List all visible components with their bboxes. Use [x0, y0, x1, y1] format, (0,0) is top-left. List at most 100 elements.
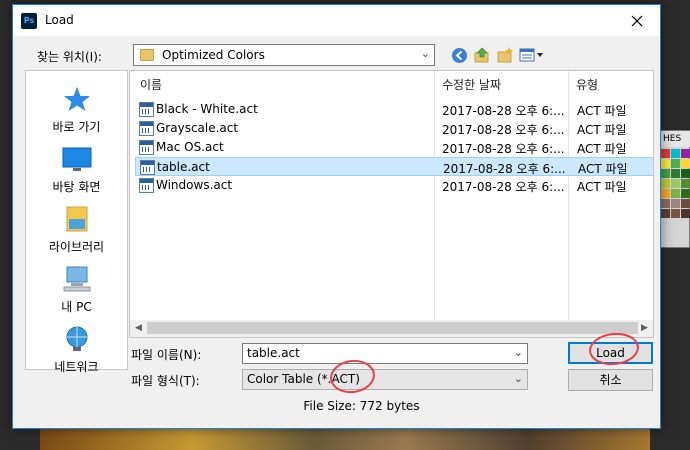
color-swatch[interactable]	[681, 159, 690, 168]
file-name: Mac OS.act	[156, 140, 224, 154]
swatch-grid[interactable]	[661, 149, 690, 218]
filetype-label: 파일 형식(T):	[131, 374, 200, 388]
file-list[interactable]: ⌃ 이름 수정한 날짜 유형 Black - White.act 2017-08…	[129, 70, 654, 338]
file-name: Windows.act	[156, 178, 233, 192]
window-title: Load	[45, 13, 74, 27]
place-desktop[interactable]: 바탕 화면	[26, 145, 127, 201]
color-swatch[interactable]	[681, 209, 690, 218]
file-type: ACT 파일	[578, 162, 628, 176]
color-swatch[interactable]	[671, 169, 680, 178]
act-file-icon	[140, 160, 155, 175]
look-in-value: Optimized Colors	[162, 48, 265, 62]
view-menu-icon	[519, 48, 543, 62]
file-row[interactable]: Grayscale.act 2017-08-28 오후 6:... ACT 파일	[135, 119, 653, 138]
computer-icon	[63, 266, 91, 292]
file-size-info: File Size: 772 bytes	[303, 399, 420, 413]
place-label: 라이브러리	[48, 240, 105, 254]
file-row[interactable]: Windows.act 2017-08-28 오후 6:... ACT 파일	[135, 176, 653, 195]
color-swatch[interactable]	[681, 169, 690, 178]
column-header-date[interactable]: 수정한 날짜	[442, 76, 501, 93]
file-date: 2017-08-28 오후 6:...	[442, 142, 565, 156]
view-menu-button[interactable]	[519, 46, 545, 64]
color-swatch[interactable]	[681, 189, 690, 198]
scrollbar-thumb[interactable]	[147, 322, 638, 334]
file-date: 2017-08-28 오후 6:...	[442, 123, 565, 137]
file-type: ACT 파일	[577, 180, 627, 194]
column-header-type[interactable]: 유형	[576, 76, 598, 93]
look-in-dropdown[interactable]: Optimized Colors ⌄	[133, 44, 435, 66]
load-dialog: Ps Load 찾는 위치(I): Optimized Colors ⌄ 바로 …	[12, 4, 661, 429]
up-folder-button[interactable]	[473, 46, 491, 64]
place-label: 내 PC	[61, 300, 92, 314]
new-folder-icon	[497, 47, 513, 63]
color-swatch[interactable]	[681, 179, 690, 188]
place-libraries[interactable]: 라이브러리	[26, 205, 127, 261]
place-label: 바탕 화면	[52, 180, 101, 194]
file-row-selected[interactable]: table.act 2017-08-28 오후 6:... ACT 파일	[135, 157, 653, 176]
file-date: 2017-08-28 오후 6:...	[443, 162, 566, 176]
color-swatch[interactable]	[661, 149, 670, 158]
file-date: 2017-08-28 오후 6:...	[442, 104, 565, 118]
swatches-tab[interactable]: HES	[659, 131, 690, 147]
scroll-left-icon[interactable]: ◀	[130, 322, 147, 334]
filename-input[interactable]: table.act ⌄	[242, 343, 528, 364]
color-swatch[interactable]	[671, 149, 680, 158]
swatches-panel: HES	[658, 130, 690, 248]
file-row[interactable]: Black - White.act 2017-08-28 오후 6:... AC…	[135, 100, 653, 119]
cancel-button[interactable]: 취소	[568, 369, 653, 391]
color-swatch[interactable]	[671, 209, 680, 218]
back-arrow-icon	[451, 47, 467, 63]
sort-ascending-icon: ⌃	[278, 70, 286, 78]
star-icon	[64, 87, 90, 111]
color-swatch[interactable]	[681, 199, 690, 208]
scroll-right-icon[interactable]: ▶	[636, 322, 653, 334]
place-label: 네트워크	[54, 360, 99, 374]
network-icon	[66, 326, 88, 351]
folder-icon	[140, 49, 154, 61]
place-label: 바로 가기	[52, 120, 101, 134]
color-swatch[interactable]	[671, 179, 680, 188]
horizontal-scrollbar[interactable]: ◀ ▶	[130, 320, 653, 337]
act-file-icon	[139, 140, 154, 155]
act-file-icon	[139, 102, 154, 117]
file-row[interactable]: Mac OS.act 2017-08-28 오후 6:... ACT 파일	[135, 138, 653, 157]
file-type: ACT 파일	[577, 142, 627, 156]
place-network[interactable]: 네트워크	[26, 325, 127, 381]
place-quick-access[interactable]: 바로 가기	[26, 85, 127, 141]
filename-value: table.act	[247, 346, 300, 360]
filetype-dropdown[interactable]: Color Table (*.ACT) ⌄	[242, 369, 528, 390]
up-folder-icon	[474, 47, 489, 63]
color-swatch[interactable]	[671, 159, 680, 168]
new-folder-button[interactable]	[496, 46, 514, 64]
close-icon	[631, 15, 643, 26]
column-header-name[interactable]: 이름	[140, 76, 162, 93]
photoshop-app-icon: Ps	[21, 13, 37, 29]
color-swatch[interactable]	[661, 189, 670, 198]
color-swatch[interactable]	[671, 199, 680, 208]
chevron-down-icon: ⌄	[420, 47, 430, 60]
file-type: ACT 파일	[577, 104, 627, 118]
file-name: table.act	[157, 160, 210, 174]
act-file-icon	[139, 121, 154, 136]
back-button[interactable]	[450, 46, 468, 64]
filename-label: 파일 이름(N):	[131, 348, 202, 362]
title-bar[interactable]: Ps Load	[13, 5, 660, 36]
file-name: Black - White.act	[156, 102, 258, 116]
place-this-pc[interactable]: 내 PC	[26, 265, 127, 321]
color-swatch[interactable]	[661, 209, 670, 218]
chevron-down-icon: ⌄	[513, 372, 523, 385]
file-type: ACT 파일	[577, 123, 627, 137]
color-swatch[interactable]	[681, 149, 690, 158]
chevron-down-icon[interactable]: ⌄	[514, 346, 523, 359]
file-name: Grayscale.act	[156, 121, 239, 135]
look-in-label: 찾는 위치(I):	[37, 50, 102, 64]
color-swatch[interactable]	[661, 179, 670, 188]
places-bar: 바로 가기 바탕 화면 라이브러리 내 PC 네트워크	[25, 70, 128, 374]
act-file-icon	[139, 178, 154, 193]
color-swatch[interactable]	[661, 159, 670, 168]
file-date: 2017-08-28 오후 6:...	[442, 180, 565, 194]
color-swatch[interactable]	[671, 189, 680, 198]
close-button[interactable]	[614, 5, 660, 36]
color-swatch[interactable]	[661, 199, 670, 208]
color-swatch[interactable]	[661, 169, 670, 178]
